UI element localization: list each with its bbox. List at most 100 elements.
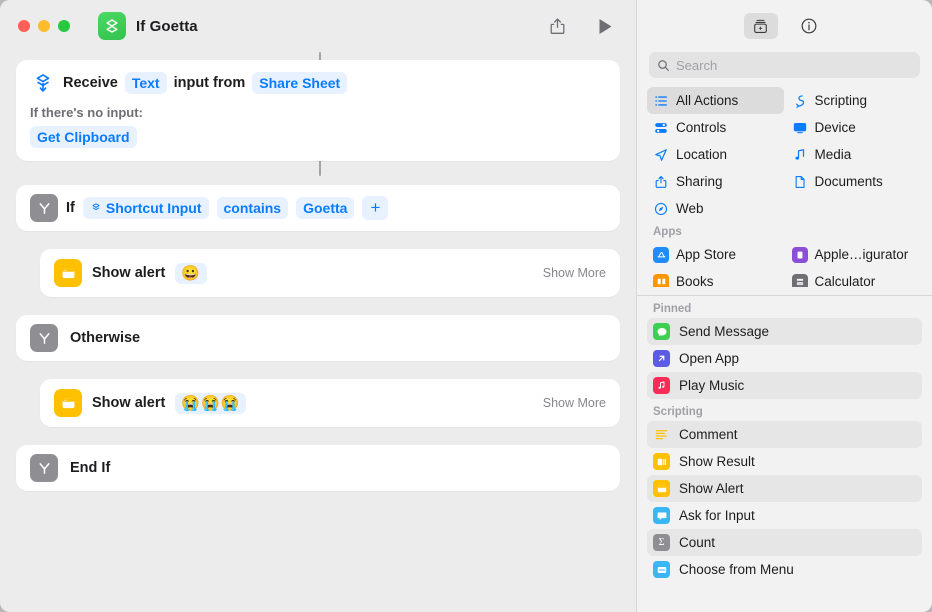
if-keyword: If — [66, 200, 75, 217]
category-scripting[interactable]: Scripting — [786, 87, 923, 114]
category-controls[interactable]: Controls — [647, 114, 784, 141]
receive-verb: Receive — [63, 75, 118, 92]
app-item-calculator[interactable]: Calculator — [786, 268, 923, 287]
no-input-label: If there's no input: — [30, 105, 143, 121]
library-toolbar — [637, 0, 932, 52]
play-music-icon — [653, 377, 670, 394]
run-shortcut-button[interactable] — [590, 12, 620, 40]
category-documents[interactable]: Documents — [786, 168, 923, 195]
count-icon: Σ — [653, 534, 670, 551]
if-variable-pill[interactable]: Shortcut Input — [82, 197, 209, 220]
otherwise-action[interactable]: Otherwise — [16, 315, 620, 362]
alert-message-pill[interactable]: 😀 — [175, 262, 208, 285]
traffic-lights — [18, 20, 70, 32]
apple-configurator-icon — [791, 246, 808, 263]
action-item-play-music[interactable]: Play Music — [647, 372, 922, 399]
category-all-actions[interactable]: All Actions — [647, 87, 784, 114]
app-item-apple-configurator[interactable]: Apple…igurator — [786, 241, 923, 268]
end-if-action[interactable]: End If — [16, 445, 620, 492]
category-grid: All Actions Scripting Controls Device Lo… — [647, 87, 922, 287]
action-label: Play Music — [679, 378, 745, 393]
workflow-canvas: Receive Text input from Share Sheet If t… — [0, 52, 636, 612]
action-item-comment[interactable]: Comment — [647, 421, 922, 448]
show-alert-row: Show alert 😭😭😭 Show More — [54, 389, 606, 418]
action-label: Count — [679, 535, 716, 550]
show-more-button[interactable]: Show More — [543, 396, 606, 410]
search-field[interactable] — [649, 52, 920, 78]
choose-menu-icon — [653, 561, 670, 578]
show-alert-action-false[interactable]: Show alert 😭😭😭 Show More — [40, 379, 620, 428]
show-alert-action-true[interactable]: Show alert 😀 Show More — [40, 249, 620, 298]
category-label: Controls — [676, 120, 727, 135]
app-store-icon — [653, 246, 669, 263]
info-icon[interactable] — [792, 13, 826, 39]
input-type-pill[interactable]: Text — [124, 72, 167, 95]
search-input[interactable] — [676, 57, 912, 73]
if-action[interactable]: If Shortcut Input contains Goetta + — [16, 185, 620, 232]
if-value-pill[interactable]: Goetta — [296, 197, 355, 220]
action-item-open-app[interactable]: Open App — [647, 345, 922, 372]
category-list[interactable]: All Actions Scripting Controls Device Lo… — [637, 87, 932, 287]
end-if-label: End If — [70, 460, 111, 477]
page-title: If Goetta — [136, 17, 198, 35]
category-label: Scripting — [814, 93, 868, 108]
show-more-button[interactable]: Show More — [543, 266, 606, 280]
otherwise-row: Otherwise — [30, 324, 606, 353]
shortcut-input-icon — [30, 72, 56, 94]
action-label: Comment — [679, 427, 738, 442]
category-label: Device — [814, 120, 856, 135]
fallback-action-pill[interactable]: Get Clipboard — [30, 126, 137, 149]
editor-pane: If Goetta Receive Text input from Share … — [0, 0, 636, 612]
if-variable-label: Shortcut Input — [105, 200, 202, 217]
scripting-icon — [792, 94, 808, 108]
no-input-row: If there's no input: — [30, 105, 606, 120]
category-sharing[interactable]: Sharing — [647, 168, 784, 195]
category-location[interactable]: Location — [647, 141, 784, 168]
app-item-app-store[interactable]: App Store — [647, 241, 784, 268]
receive-input-action[interactable]: Receive Text input from Share Sheet If t… — [16, 60, 620, 162]
if-operator-pill[interactable]: contains — [216, 197, 289, 220]
app-label: Calculator — [814, 274, 876, 287]
minimize-button[interactable] — [38, 20, 50, 32]
show-alert-label: Show alert — [92, 395, 166, 412]
action-item-show-result[interactable]: Show Result — [647, 448, 922, 475]
receive-middle-text: input from — [173, 75, 246, 92]
end-if-row: End If — [30, 454, 606, 483]
open-app-icon — [653, 350, 670, 367]
add-condition-button[interactable]: + — [362, 196, 389, 221]
category-media[interactable]: Media — [786, 141, 923, 168]
action-item-show-alert[interactable]: Show Alert — [647, 475, 922, 502]
sharing-icon — [653, 175, 669, 189]
app-label: Apple…igurator — [814, 247, 909, 262]
close-button[interactable] — [18, 20, 30, 32]
category-label: Sharing — [676, 174, 723, 189]
action-item-ask-for-input[interactable]: Ask for Input — [647, 502, 922, 529]
show-alert-row: Show alert 😀 Show More — [54, 259, 606, 288]
action-label: Show Alert — [679, 481, 744, 496]
ask-input-icon — [653, 507, 670, 524]
action-item-choose-from-menu[interactable]: Choose from Menu — [647, 556, 922, 583]
input-source-pill[interactable]: Share Sheet — [252, 72, 348, 95]
app-item-books[interactable]: Books — [647, 268, 784, 287]
category-web[interactable]: Web — [647, 195, 784, 222]
category-label: Location — [676, 147, 728, 162]
share-icon[interactable] — [542, 12, 572, 40]
search-container — [637, 52, 932, 78]
alert-message-pill[interactable]: 😭😭😭 — [175, 392, 247, 415]
shortcuts-window: If Goetta Receive Text input from Share … — [0, 0, 932, 612]
books-icon — [653, 273, 669, 287]
action-item-send-message[interactable]: Send Message — [647, 318, 922, 345]
web-icon — [653, 202, 669, 216]
action-label: Ask for Input — [679, 508, 755, 523]
branch-icon — [30, 454, 58, 483]
action-library-icon[interactable] — [743, 13, 778, 39]
otherwise-label: Otherwise — [70, 330, 141, 347]
search-icon — [657, 59, 670, 72]
branch-icon — [30, 324, 58, 353]
app-label: Books — [676, 274, 714, 287]
action-item-count[interactable]: Σ Count — [647, 529, 922, 556]
zoom-button[interactable] — [58, 20, 70, 32]
show-alert-label: Show alert — [92, 265, 166, 282]
category-device[interactable]: Device — [786, 114, 923, 141]
device-icon — [792, 121, 808, 135]
